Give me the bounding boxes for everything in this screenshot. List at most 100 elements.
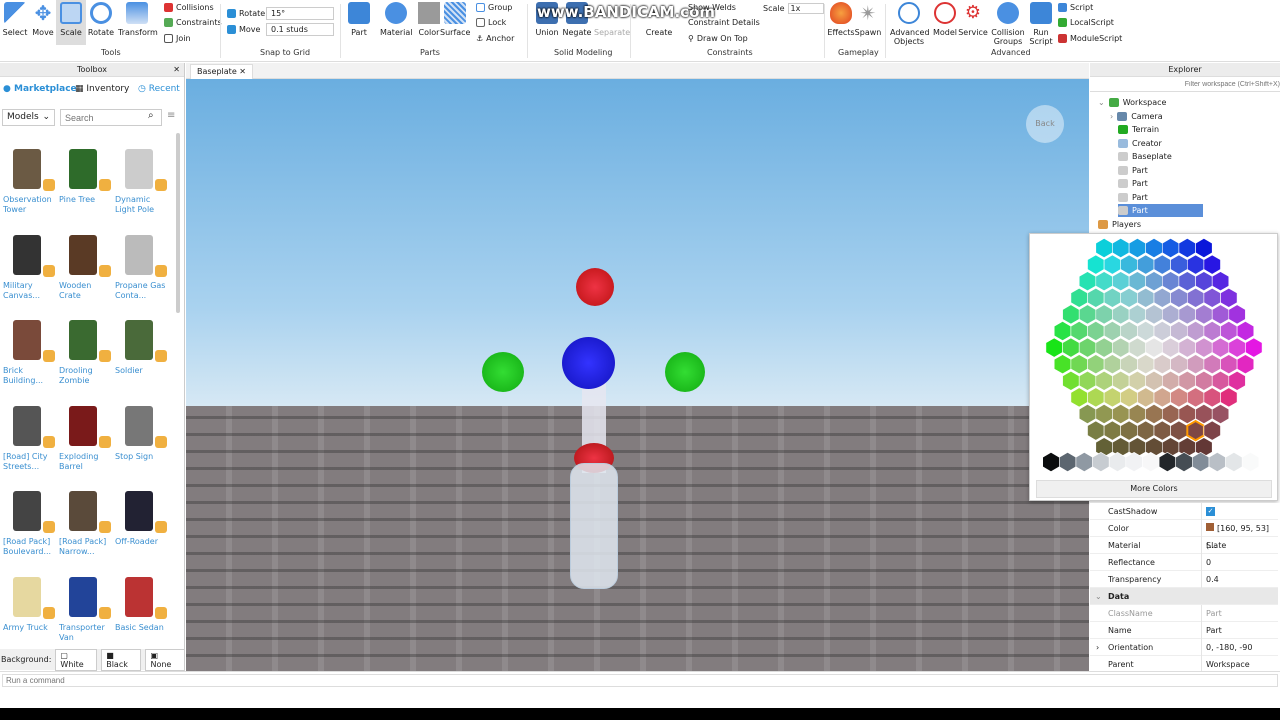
color-swatch-hex[interactable] — [1087, 287, 1105, 308]
create-constraint-button[interactable]: Create — [644, 2, 674, 37]
color-swatch-hex[interactable] — [1170, 321, 1188, 341]
color-swatch-hex[interactable] — [1128, 404, 1146, 424]
section-header-data[interactable]: ⌄ Data — [1090, 588, 1278, 605]
color-swatch-hex[interactable] — [1211, 337, 1230, 358]
explorer-item[interactable]: Part — [1118, 177, 1148, 190]
toolbox-item[interactable]: Soldier — [115, 314, 167, 376]
transform-tool-button[interactable]: Transform — [118, 2, 158, 37]
color-swatch-hex[interactable] — [1170, 420, 1188, 441]
color-swatch-hex[interactable] — [1078, 337, 1097, 358]
color-swatch-hex[interactable] — [1145, 337, 1163, 358]
color-swatch-hex[interactable] — [1178, 304, 1196, 325]
color-swatch-hex[interactable] — [1087, 354, 1105, 375]
color-swatch-hex[interactable] — [1153, 354, 1171, 375]
castshadow-checkbox[interactable]: ✓ — [1206, 507, 1215, 516]
toolbox-item[interactable]: Military Canvas... — [3, 229, 55, 301]
property-value[interactable]: Part — [1206, 605, 1222, 622]
color-swatch-hex[interactable] — [1145, 370, 1163, 391]
color-swatch-hex[interactable] — [1103, 354, 1121, 375]
color-swatch-hex[interactable] — [1128, 304, 1146, 325]
background-black-button[interactable]: ■ Black — [101, 648, 142, 671]
toolbox-item[interactable]: Observation Tower — [3, 143, 55, 215]
color-swatch-hex[interactable] — [1228, 370, 1246, 391]
explorer-item[interactable]: › Camera — [1110, 110, 1163, 123]
color-swatch-hex[interactable] — [1120, 387, 1138, 408]
surface-button[interactable]: Surface — [440, 2, 470, 37]
color-swatch-hex[interactable] — [1228, 304, 1246, 325]
toolbox-item[interactable]: Off-Roader — [115, 485, 167, 547]
color-swatch-hex[interactable] — [1162, 337, 1180, 358]
rotate-snap-checkbox[interactable]: Rotate — [227, 9, 265, 18]
color-swatch-hex[interactable] — [1203, 321, 1221, 341]
explorer-filter-input[interactable] — [1090, 78, 1280, 92]
color-hex-grid[interactable] — [1030, 234, 1279, 474]
material-button[interactable]: Material — [380, 2, 413, 37]
color-swatch-hex[interactable] — [1178, 370, 1196, 391]
color-swatch-hex[interactable] — [1178, 271, 1196, 292]
search-input[interactable] — [60, 109, 162, 126]
color-swatch-hex[interactable] — [1128, 271, 1146, 292]
color-swatch-hex[interactable] — [1078, 404, 1097, 424]
toolbox-item[interactable]: Wooden Crate — [59, 229, 111, 301]
color-swatch-hex[interactable] — [1153, 420, 1171, 441]
color-swatch-hex[interactable] — [1137, 387, 1155, 408]
color-swatch-hex[interactable] — [1153, 321, 1171, 341]
color-swatch-hex[interactable] — [1153, 387, 1171, 408]
color-swatch-hex[interactable] — [1236, 321, 1255, 341]
color-swatch-hex[interactable] — [1087, 321, 1105, 341]
color-swatch-hex[interactable] — [1095, 238, 1113, 258]
color-swatch-hex[interactable] — [1112, 304, 1130, 325]
tab-recent[interactable]: ◷ Recent — [138, 79, 180, 99]
color-swatch-hex[interactable] — [1062, 370, 1080, 391]
color-swatch-hex[interactable] — [1120, 254, 1138, 275]
color-swatch-hex[interactable] — [1236, 354, 1255, 375]
color-swatch-hex[interactable] — [1203, 387, 1221, 408]
toolbox-item[interactable]: Pine Tree — [59, 143, 111, 205]
color-swatch-hex[interactable] — [1220, 321, 1238, 341]
localscript-button[interactable]: LocalScript — [1058, 18, 1114, 27]
color-swatch-hex[interactable] — [1162, 370, 1180, 391]
color-swatch-hex[interactable] — [1178, 404, 1196, 424]
toolbox-item[interactable]: Exploding Barrel — [59, 400, 111, 472]
toolbox-item[interactable]: Brick Building... — [3, 314, 55, 386]
toolbox-item[interactable]: Basic Sedan — [115, 571, 167, 633]
constraints-toggle[interactable]: Constraints — [164, 18, 222, 27]
color-swatch-hex[interactable] — [1220, 287, 1238, 308]
spawn-button[interactable]: ✴ Spawn — [853, 2, 883, 37]
explorer-item[interactable]: Terrain — [1118, 123, 1159, 136]
color-swatch-hex[interactable] — [1145, 404, 1163, 424]
color-swatch-hex[interactable] — [1103, 287, 1121, 308]
toolbox-item[interactable]: [Road Pack] Narrow... — [59, 485, 111, 557]
run-script-button[interactable]: Run Script — [1026, 2, 1056, 46]
script-button[interactable]: Script — [1058, 3, 1093, 12]
color-swatch-hex[interactable] — [1187, 354, 1205, 375]
color-swatch-hex[interactable] — [1095, 337, 1113, 358]
join-toggle[interactable]: Join — [164, 34, 191, 43]
color-swatch-hex[interactable] — [1203, 354, 1221, 375]
color-swatch-hex[interactable] — [1128, 370, 1146, 391]
color-swatch-hex[interactable] — [1070, 387, 1088, 408]
color-swatch-hex[interactable] — [1211, 271, 1230, 292]
explorer-item[interactable]: Players — [1098, 218, 1141, 231]
color-swatch-hex[interactable] — [1103, 420, 1121, 441]
color-swatch-hex[interactable] — [1095, 404, 1113, 424]
color-swatch-hex[interactable] — [1195, 271, 1213, 292]
color-swatch-hex[interactable] — [1211, 370, 1230, 391]
move-snap-input[interactable]: 0.1 studs — [266, 23, 334, 36]
color-swatch-hex[interactable] — [1195, 370, 1213, 391]
color-swatch-hex[interactable] — [1103, 321, 1121, 341]
color-swatch-hex[interactable] — [1203, 254, 1221, 275]
color-swatch-hex[interactable] — [1120, 420, 1138, 441]
toolbox-item[interactable]: Dynamic Light Pole — [115, 143, 167, 215]
color-swatch-hex[interactable] — [1087, 420, 1105, 441]
group-button[interactable]: Group — [476, 3, 512, 12]
explorer-item[interactable]: Baseplate — [1118, 150, 1172, 163]
color-swatch-hex[interactable] — [1053, 321, 1072, 341]
scale-input[interactable]: 1x — [787, 3, 824, 14]
command-input[interactable] — [2, 674, 1278, 687]
grey-swatch-hex[interactable] — [1075, 452, 1093, 472]
grey-swatch-hex[interactable] — [1225, 452, 1243, 472]
color-swatch-hex[interactable] — [1112, 337, 1130, 358]
tab-baseplate[interactable]: Baseplate ✕ — [190, 64, 253, 79]
explorer-item[interactable]: Part — [1118, 164, 1148, 177]
